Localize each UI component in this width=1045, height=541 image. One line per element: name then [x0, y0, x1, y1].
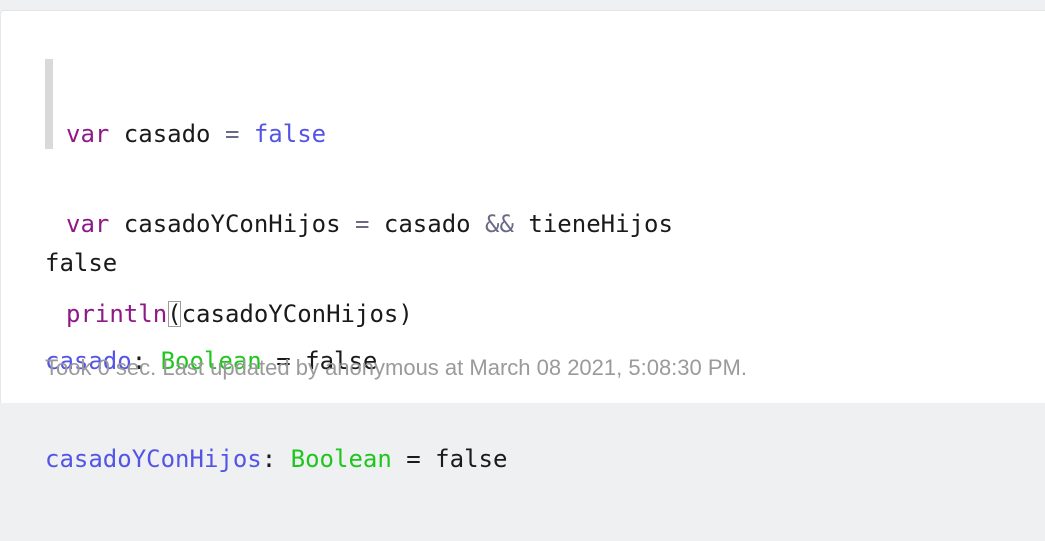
output-value: false [435, 445, 508, 473]
output-colon: : [261, 445, 291, 473]
output-equals: = [391, 445, 436, 473]
output-result: false [45, 249, 118, 277]
output-variable: casadoYConHijos: Boolean = false [45, 443, 507, 485]
keyword-var: var [66, 120, 110, 148]
boolean-literal: false [239, 120, 327, 148]
paragraph-footer-status: Took 0 sec. Last updated by anonymous at… [45, 355, 747, 380]
notebook-paragraph: var casado = false var casadoYConHijos =… [0, 10, 1045, 473]
code-editor[interactable]: var casado = false var casadoYConHijos =… [45, 59, 745, 328]
output-type: Boolean [290, 445, 392, 473]
variable-name: casado [109, 120, 225, 148]
operand-right: tieneHijos [513, 210, 673, 238]
code-line-1: var casado = false [66, 119, 745, 149]
assign-operator: = [224, 120, 240, 148]
output-var-name: casadoYConHijos [45, 445, 262, 473]
